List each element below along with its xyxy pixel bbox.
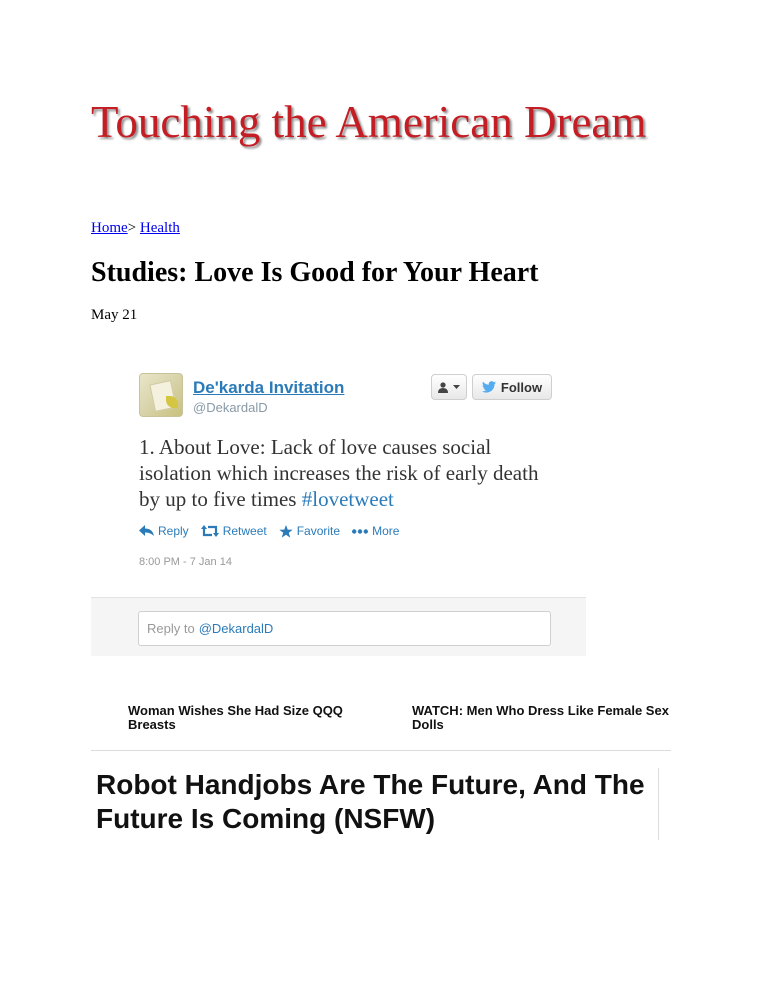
retweet-action[interactable]: Retweet xyxy=(200,524,267,538)
breadcrumb-separator: > xyxy=(127,220,137,236)
hashtag-link[interactable]: #lovetweet xyxy=(302,487,394,511)
favorite-action[interactable]: Favorite xyxy=(279,524,340,538)
tweet-timestamp[interactable]: 8:00 PM - 7 Jan 14 xyxy=(139,556,232,568)
related-link-left[interactable]: Woman Wishes She Had Size QQQ Breasts xyxy=(128,704,378,732)
related-link-right[interactable]: WATCH: Men Who Dress Like Female Sex Dol… xyxy=(412,704,672,732)
reply-prefix: Reply to xyxy=(147,621,195,636)
twitter-bird-icon xyxy=(481,381,496,393)
favorite-label: Favorite xyxy=(296,524,341,538)
retweet-icon xyxy=(200,525,219,537)
breadcrumb: Home> Health xyxy=(91,219,180,237)
reply-input[interactable]: Reply to @DekardalD xyxy=(138,611,551,646)
reply-label: Reply xyxy=(158,524,189,538)
person-icon xyxy=(438,381,448,393)
follow-button-label: Follow xyxy=(500,379,543,395)
breadcrumb-health-link[interactable]: Health xyxy=(140,220,180,236)
tweet-actions: Reply Retweet Favorite More xyxy=(139,524,399,538)
caret-down-icon xyxy=(453,385,460,389)
feature-headline[interactable]: Robot Handjobs Are The Future, And The F… xyxy=(96,768,656,836)
user-actions-dropdown[interactable] xyxy=(431,374,467,400)
retweet-label: Retweet xyxy=(222,524,267,538)
star-icon xyxy=(279,524,293,538)
vertical-divider xyxy=(658,768,659,840)
author-avatar[interactable] xyxy=(139,373,183,417)
more-dots-icon xyxy=(352,528,369,534)
reply-icon xyxy=(139,525,154,536)
section-divider xyxy=(91,750,671,751)
tweet-text: 1. About Love: Lack of love causes socia… xyxy=(139,434,539,512)
article-title: Studies: Love Is Good for Your Heart xyxy=(91,257,539,288)
follow-button[interactable]: Follow xyxy=(472,374,552,400)
site-title: Touching the American Dream xyxy=(91,97,647,147)
tweet-author-handle[interactable]: @DekardalD xyxy=(193,400,268,416)
tweet-author-name[interactable]: De'karda Invitation xyxy=(193,378,344,398)
more-action[interactable]: More xyxy=(352,524,399,538)
embedded-tweet: De'karda Invitation @DekardalD Follow 1.… xyxy=(91,352,586,656)
reply-action[interactable]: Reply xyxy=(139,524,189,538)
reply-mention: @DekardalD xyxy=(198,621,274,636)
reply-area: Reply to @DekardalD xyxy=(91,597,586,656)
article-date: May 21 xyxy=(91,307,138,323)
breadcrumb-home-link[interactable]: Home xyxy=(91,220,128,236)
more-label: More xyxy=(372,524,400,538)
